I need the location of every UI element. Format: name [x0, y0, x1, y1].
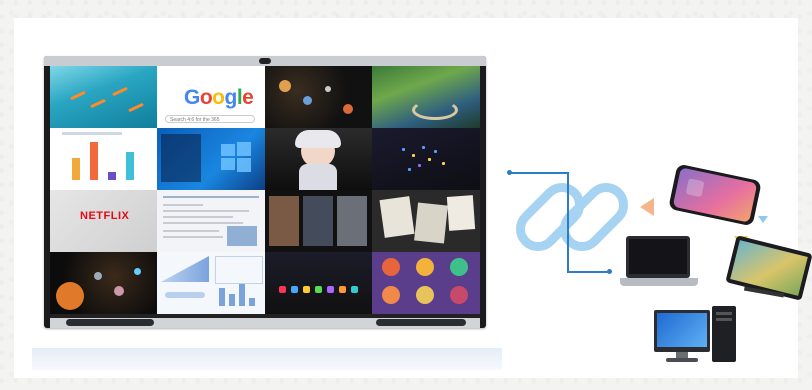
connector-line-top	[510, 172, 568, 174]
camera-icon	[259, 58, 271, 64]
tile-document	[157, 190, 265, 252]
taskbar-right-pill	[376, 319, 466, 326]
display-bezel	[44, 56, 486, 66]
tile-photo-frames	[372, 190, 480, 252]
connector-line-bottom	[567, 271, 611, 273]
display-taskbar	[50, 318, 480, 328]
google-logo: Google	[184, 86, 254, 109]
tile-ocean-surfing	[50, 66, 157, 128]
display-screen: Google Search 4:6 for the 365 NETFLIX	[50, 66, 480, 322]
connector-dot-top	[507, 170, 512, 175]
arrow-blue-icon	[758, 216, 768, 223]
netflix-logo: NETFLIX	[80, 210, 130, 222]
tile-landscape	[372, 66, 480, 128]
tile-3d-scatter	[372, 128, 480, 190]
display-reflection	[32, 348, 502, 370]
tile-app-grid	[265, 252, 372, 314]
desktop-computer-icon	[654, 306, 740, 364]
tile-solar-system	[265, 66, 372, 128]
laptop-icon	[620, 236, 698, 292]
tile-solar-system-2	[50, 252, 157, 314]
tile-windows-desktop	[157, 128, 265, 190]
tile-anime-character	[265, 128, 372, 190]
tile-bar-chart	[50, 128, 157, 190]
tile-movie-collage	[265, 190, 372, 252]
interactive-display: Google Search 4:6 for the 365 NETFLIX	[44, 56, 486, 328]
connector-dot-bottom	[607, 269, 612, 274]
tile-google-search: Google Search 4:6 for the 365	[157, 66, 265, 128]
taskbar-left-pill	[66, 319, 154, 326]
arrow-orange-icon	[640, 198, 654, 216]
tile-food-menu	[372, 252, 480, 314]
google-search-input: Search 4:6 for the 365	[165, 115, 255, 123]
connector-line-vertical	[567, 172, 569, 272]
tile-netflix: NETFLIX	[50, 190, 157, 252]
tile-statistics	[157, 252, 265, 314]
